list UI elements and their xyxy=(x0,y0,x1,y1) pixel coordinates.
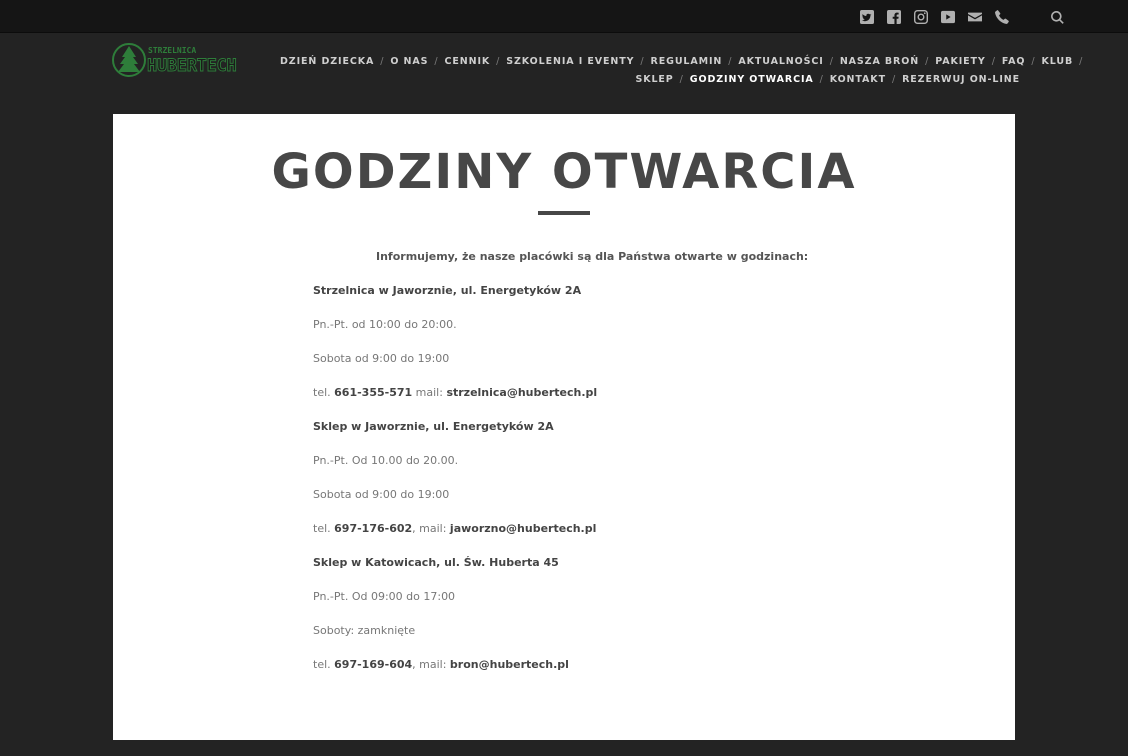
nav-separator: / xyxy=(640,56,644,67)
location-heading: Sklep w Jaworznie, ul. Energetyków 2A xyxy=(313,420,554,433)
nav-row-2: SKLEP / GODZINY OTWARCIA / KONTAKT / REZERWUJ … xyxy=(280,71,1020,89)
logo-top-text: STRZELNICA xyxy=(148,46,196,55)
nav-separator: / xyxy=(496,56,500,67)
nav-item-szkolenia-i-eventy[interactable]: SZKOLENIA I EVENTY xyxy=(506,56,634,67)
facebook-icon[interactable] xyxy=(885,8,902,25)
search-icon[interactable] xyxy=(1051,9,1067,25)
mail-prefix: , mail: xyxy=(412,522,450,535)
nav-item-aktualnosci[interactable]: AKTUALNOŚCI xyxy=(738,56,823,67)
main-navigation: DZIEŃ DZIECKA / O NAS / CENNIK / SZKOLENIA I E… xyxy=(280,53,1020,89)
email-link[interactable]: bron@hubertech.pl xyxy=(450,658,569,671)
top-bar xyxy=(0,0,1128,33)
nav-row-1: DZIEŃ DZIECKA / O NAS / CENNIK / SZKOLENIA I E… xyxy=(280,53,1020,71)
site-logo[interactable]: STRZELNICA HUBERTECH xyxy=(112,40,262,80)
mail-prefix: , mail: xyxy=(412,658,450,671)
nav-item-klub[interactable]: KLUB xyxy=(1041,56,1073,67)
instagram-icon[interactable] xyxy=(912,8,929,25)
hours-saturday: Sobota od 9:00 do 19:00 xyxy=(313,488,449,501)
tel-prefix: tel. xyxy=(313,386,334,399)
nav-item-cennik[interactable]: CENNIK xyxy=(445,56,491,67)
hours-weekdays: Pn.-Pt. Od 10.00 do 20.00. xyxy=(313,454,458,467)
title-underline xyxy=(538,211,590,215)
envelope-icon[interactable] xyxy=(966,8,983,25)
nav-separator: / xyxy=(830,56,834,67)
nav-item-kontakt[interactable]: KONTAKT xyxy=(830,74,886,85)
social-icons xyxy=(858,8,1020,25)
intro-text: Informujemy, że nasze placówki są dla Pa… xyxy=(376,250,808,263)
email-link[interactable]: strzelnica@hubertech.pl xyxy=(446,386,597,399)
nav-separator: / xyxy=(680,74,684,85)
nav-item-rezerwuj-on-line[interactable]: REZERWUJ ON-LINE xyxy=(902,74,1020,85)
nav-item-regulamin[interactable]: REGULAMIN xyxy=(651,56,723,67)
phone-number[interactable]: 661-355-571 xyxy=(334,386,412,399)
location-heading: Strzelnica w Jaworznie, ul. Energetyków … xyxy=(313,284,581,297)
hours-saturday: Sobota od 9:00 do 19:00 xyxy=(313,352,449,365)
content-card xyxy=(113,114,1015,740)
nav-item-o-nas[interactable]: O NAS xyxy=(390,56,428,67)
nav-item-nasza-bron[interactable]: NASZA BROŃ xyxy=(840,56,919,67)
contact-line: tel. 697-176-602, mail: jaworzno@huberte… xyxy=(313,522,596,535)
nav-separator: / xyxy=(380,56,384,67)
nav-separator: / xyxy=(434,56,438,67)
nav-separator: / xyxy=(892,74,896,85)
nav-separator: / xyxy=(1079,56,1083,67)
tel-prefix: tel. xyxy=(313,522,334,535)
phone-icon[interactable] xyxy=(993,8,1010,25)
nav-item-faq[interactable]: FAQ xyxy=(1002,56,1026,67)
twitter-icon[interactable] xyxy=(858,8,875,25)
nav-item-pakiety[interactable]: PAKIETY xyxy=(935,56,986,67)
nav-item-sklep[interactable]: SKLEP xyxy=(635,74,673,85)
nav-item-dzien-dziecka[interactable]: DZIEŃ DZIECKA xyxy=(280,56,374,67)
nav-separator: / xyxy=(728,56,732,67)
hours-saturday: Soboty: zamknięte xyxy=(313,624,415,637)
nav-separator: / xyxy=(1031,56,1035,67)
hours-weekdays: Pn.-Pt. od 10:00 do 20:00. xyxy=(313,318,457,331)
contact-line: tel. 661-355-571 mail: strzelnica@hubert… xyxy=(313,386,597,399)
nav-separator: / xyxy=(820,74,824,85)
nav-separator: / xyxy=(992,56,996,67)
tree-icon xyxy=(118,46,140,72)
nav-separator: / xyxy=(925,56,929,67)
email-link[interactable]: jaworzno@hubertech.pl xyxy=(450,522,596,535)
location-heading: Sklep w Katowicach, ul. Św. Huberta 45 xyxy=(313,556,559,569)
phone-number[interactable]: 697-169-604 xyxy=(334,658,412,671)
tel-prefix: tel. xyxy=(313,658,334,671)
hours-weekdays: Pn.-Pt. Od 09:00 do 17:00 xyxy=(313,590,455,603)
phone-number[interactable]: 697-176-602 xyxy=(334,522,412,535)
contact-line: tel. 697-169-604, mail: bron@hubertech.p… xyxy=(313,658,569,671)
page-title: GODZINY OTWARCIA xyxy=(0,144,1128,200)
logo-main-text: HUBERTECH xyxy=(147,56,236,76)
nav-item-godziny-otwarcia[interactable]: GODZINY OTWARCIA xyxy=(690,74,814,85)
mail-prefix: mail: xyxy=(412,386,446,399)
youtube-icon[interactable] xyxy=(939,8,956,25)
